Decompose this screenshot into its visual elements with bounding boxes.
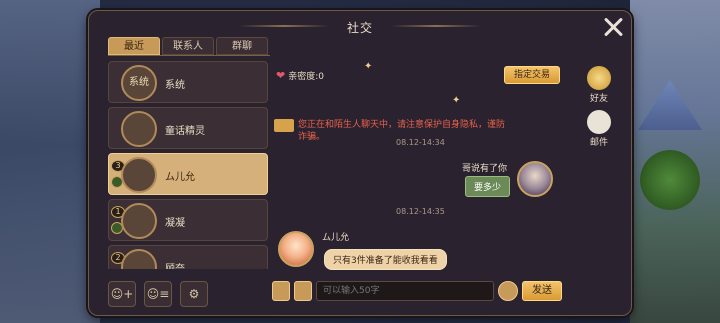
send-button[interactable]: 发送 (522, 281, 562, 301)
message-bubble-outgoing: 要多少 (465, 176, 511, 197)
microphone-icon[interactable] (294, 281, 312, 301)
friend-list-icon[interactable]: ☺≡ (144, 281, 172, 307)
close-icon[interactable] (601, 15, 625, 39)
contact-item[interactable]: 2 顾奈 (108, 245, 268, 269)
avatar (517, 161, 553, 197)
message-input[interactable] (316, 281, 494, 301)
window-title: 社交 (346, 21, 373, 35)
title-ornament-right (391, 25, 481, 27)
intimacy-label: 亲密度:0 (288, 72, 324, 82)
emoji-icon[interactable] (498, 281, 518, 301)
friends-icon (587, 66, 611, 90)
chat-panel: ❤ 亲密度:0 ✦ 指定交易 您正在和陌生人聊天中，请注意保护自身隐私，谨防诈骗… (272, 61, 564, 273)
title-ornament-left (239, 25, 329, 27)
intimacy-display: ❤ 亲密度:0 (276, 69, 324, 82)
designated-trade-button[interactable]: 指定交易 (504, 66, 560, 84)
chat-tabs: 最近 联系人 群聊 (108, 37, 268, 55)
sparkle-icon: ✦ (452, 95, 461, 106)
contact-name: ム儿允 (165, 172, 195, 183)
add-friend-icon[interactable]: ☺+ (108, 281, 136, 307)
contact-item-fairy[interactable]: 童话精灵 (108, 107, 268, 149)
background-tree (640, 150, 700, 210)
system-avatar: 系统 (121, 65, 157, 101)
contact-item-selected[interactable]: 3 ム儿允 (108, 153, 268, 195)
sender-name: ム儿允 (322, 233, 350, 243)
contact-name: 童话精灵 (165, 126, 205, 137)
timestamp: 08.12-14:35 (396, 207, 445, 216)
timestamp: 08.12-14:34 (396, 138, 445, 147)
message-bubble-incoming: 只有3件准备了能收我看看 (324, 249, 447, 270)
avatar (121, 157, 157, 193)
tab-recent[interactable]: 最近 (108, 37, 160, 55)
contact-item[interactable]: 1 凝凝 (108, 199, 268, 241)
warning-icon (274, 119, 294, 132)
sender-name: 哥说有了你 (462, 164, 508, 174)
mail-icon (587, 110, 611, 134)
side-tab-label: 邮件 (589, 138, 608, 148)
contact-name: 顾奈 (165, 260, 185, 269)
side-tab-label: 好友 (589, 94, 608, 104)
heart-icon: ❤ (276, 69, 286, 82)
contact-list: 系统 系统 童话精灵 3 ム儿允 1 凝凝 2 顾奈 (108, 61, 270, 269)
avatar (278, 231, 314, 267)
sparkle-icon: ✦ (364, 61, 373, 72)
contact-item-system[interactable]: 系统 系统 (108, 61, 268, 103)
contact-name: 系统 (165, 80, 185, 91)
side-tab-mail[interactable]: 邮件 (585, 110, 613, 148)
avatar (121, 203, 157, 239)
avatar (121, 249, 157, 269)
gear-icon[interactable]: ⚙ (180, 281, 208, 307)
tab-contacts[interactable]: 联系人 (162, 37, 214, 55)
bunny-avatar (121, 111, 157, 147)
tab-group-chat[interactable]: 群聊 (216, 37, 268, 55)
tab-underline (108, 55, 270, 56)
trash-icon[interactable] (272, 281, 290, 301)
side-tab-friends[interactable]: 好友 (585, 66, 613, 104)
game-background-left (0, 0, 100, 323)
contact-name: 凝凝 (165, 218, 185, 229)
